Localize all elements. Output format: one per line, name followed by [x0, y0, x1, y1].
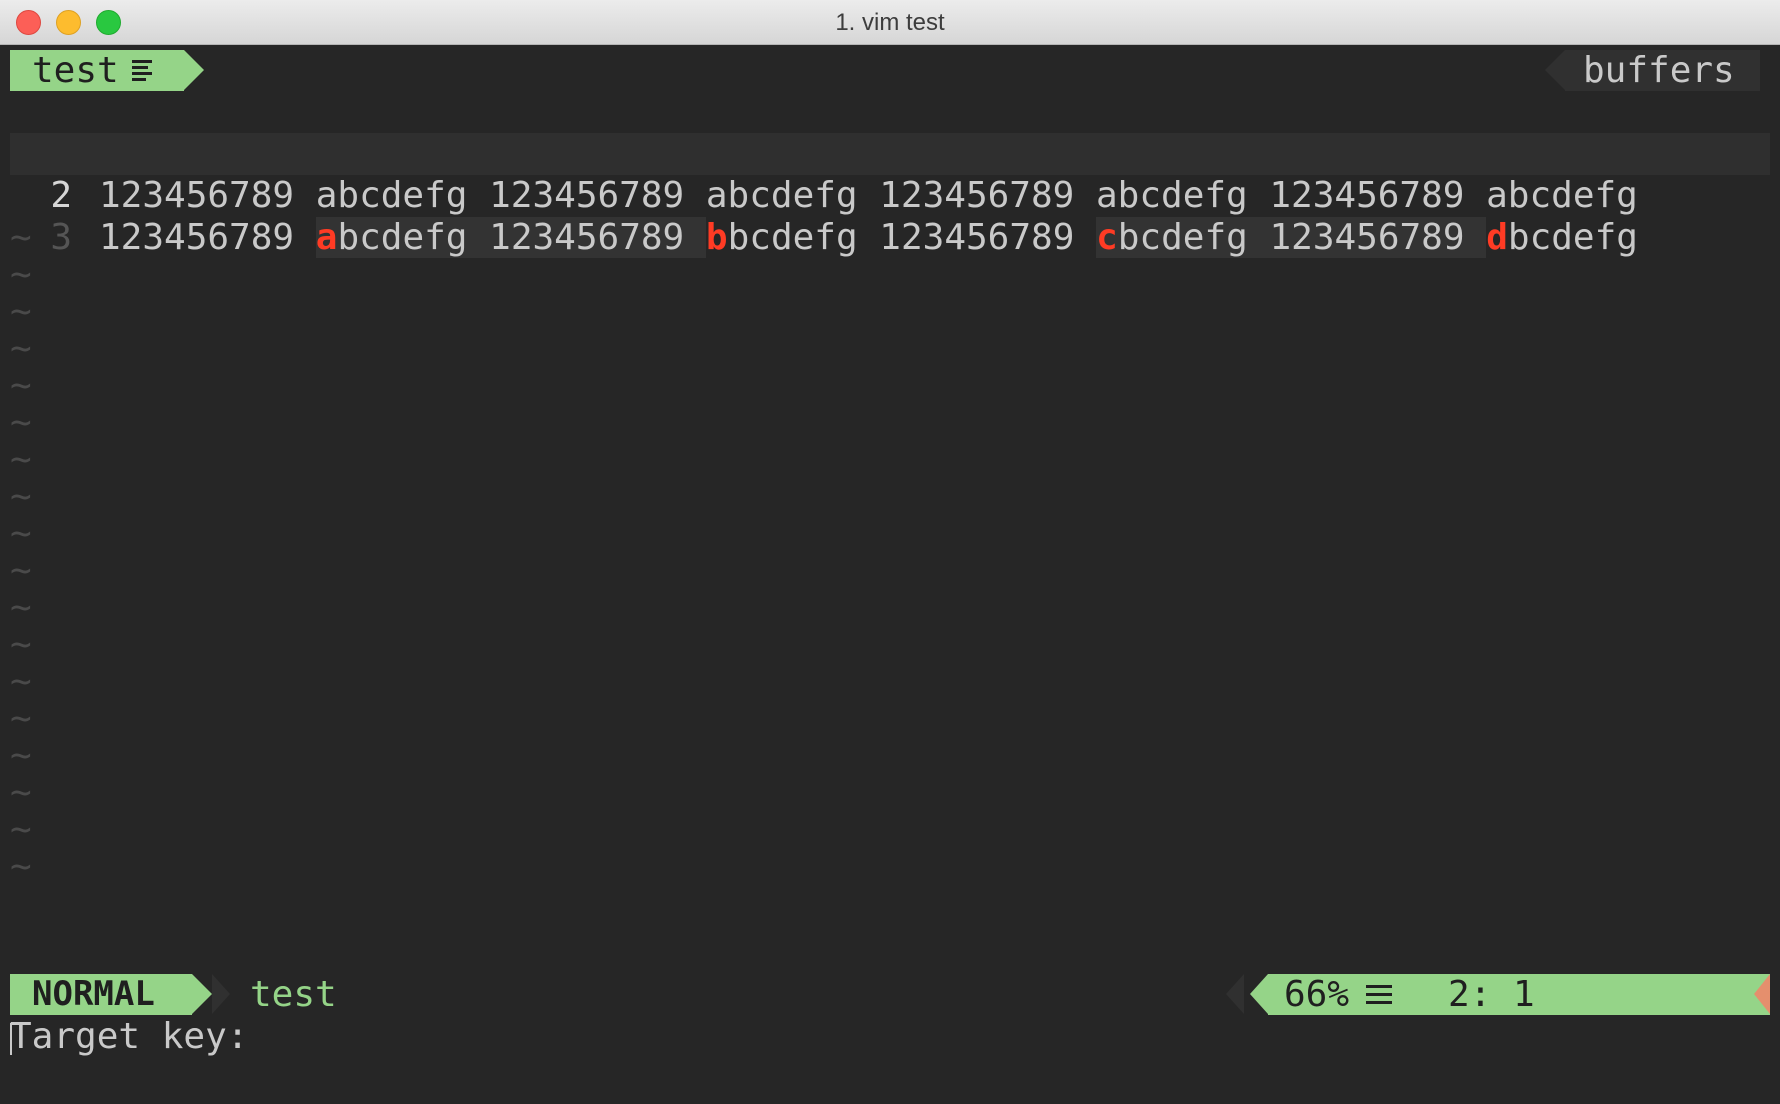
jump-target-d[interactable]: d — [1486, 217, 1508, 258]
mode-label: NORMAL — [32, 974, 155, 1014]
text-segment: bcdefg — [1507, 217, 1638, 258]
tilde-marker: ~ — [10, 661, 32, 702]
tilde-marker: ~ — [10, 809, 32, 850]
jump-segment-b: bbcdefg 123456789 — [706, 217, 1096, 258]
tilde-marker: ~ — [10, 365, 32, 406]
jump-target-c[interactable]: c — [1096, 217, 1118, 258]
window-title: 1. vim test — [835, 9, 945, 36]
tabline: test buffers — [10, 50, 1770, 91]
jump-segment-c: cbcdefg 123456789 — [1096, 217, 1487, 258]
tab-test[interactable]: test — [10, 50, 184, 91]
jump-target-a[interactable]: a — [316, 217, 338, 258]
buffers-text: buffers — [1583, 50, 1735, 91]
tilde-marker: ~ — [10, 476, 32, 517]
cursor-position: 2: 1 — [1448, 974, 1535, 1015]
text-segment: bcdefg 123456789 — [727, 217, 1097, 258]
tilde-marker: ~ — [10, 846, 32, 887]
line-text: 123456789 abcdefg 123456789 bbcdefg 1234… — [99, 217, 1638, 259]
buffer-line-1[interactable]: 1 123456789 abcdefg 123456789 abcdefg 12… — [10, 91, 1770, 216]
list-icon — [132, 60, 156, 82]
warning-notch — [1754, 974, 1770, 1014]
tilde-marker: ~ — [10, 550, 32, 591]
tilde-marker: ~ — [10, 217, 32, 258]
tilde-marker: ~ — [10, 587, 32, 628]
tilde-marker: ~ — [10, 698, 32, 739]
text-segment: bcdefg 123456789 — [1117, 217, 1487, 258]
tilde-marker: ~ — [10, 328, 32, 369]
title-bar[interactable]: 1. vim test — [0, 0, 1780, 45]
vim-editor[interactable]: test buffers 1 123456789 abcdefg 1234567… — [0, 45, 1780, 1104]
terminal-window: 1. vim test test buffers 1 123456789 abc… — [0, 0, 1780, 1104]
tilde-marker: ~ — [10, 291, 32, 332]
jump-segment-d: dbcdefg — [1486, 217, 1638, 258]
scroll-percent: 66% — [1284, 974, 1350, 1015]
buffer-line-2[interactable]: 2 123456789 abcdefg 123456789 bbcdefg 12… — [10, 133, 1770, 258]
position-notch-inner — [1250, 974, 1268, 1014]
command-line[interactable]: Target key: — [10, 1016, 248, 1058]
tilde-marker: ~ — [10, 513, 32, 554]
tilde-marker: ~ — [10, 772, 32, 813]
tilde-marker: ~ — [10, 439, 32, 480]
tilde-marker: ~ — [10, 254, 32, 295]
mode-indicator: NORMAL — [10, 974, 192, 1015]
jump-target-b[interactable]: b — [706, 217, 728, 258]
tilde-marker: ~ — [10, 402, 32, 443]
position-body: 66% 2: 1 — [1268, 974, 1770, 1015]
statusline-filename: test — [250, 974, 337, 1015]
tab-right-notch — [1545, 50, 1565, 90]
text-segment: bcdefg 123456789 — [337, 217, 706, 258]
position-section: 66% 2: 1 — [1226, 974, 1770, 1015]
jump-segment-a: abcdefg 123456789 — [315, 217, 706, 258]
tab-label: test — [32, 50, 119, 91]
buffers-label: buffers — [1565, 50, 1760, 91]
tilde-marker: ~ — [10, 624, 32, 665]
buffer-line-3[interactable]: 3 — [10, 175, 1770, 258]
mode-separator-arrow — [192, 974, 212, 1014]
mode-separator-shadow — [212, 974, 230, 1014]
text-cursor — [10, 1023, 12, 1055]
menu-icon — [1366, 984, 1394, 1006]
tab-separator-arrow — [184, 50, 204, 90]
position-notch — [1226, 974, 1244, 1014]
tilde-marker: ~ — [10, 735, 32, 776]
statusline: NORMAL test 66% 2: 1 — [10, 974, 1770, 1015]
